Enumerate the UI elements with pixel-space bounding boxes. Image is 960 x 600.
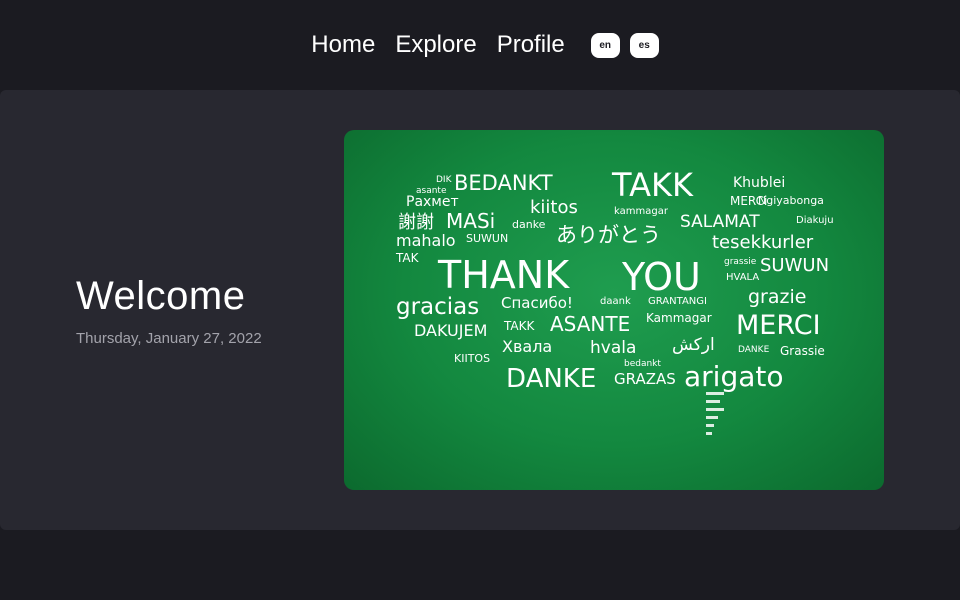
- word: YOU: [621, 255, 701, 299]
- word: KIITOS: [454, 352, 490, 365]
- word: HVALA: [726, 272, 759, 283]
- word: daank: [600, 296, 631, 307]
- word: grassie: [724, 257, 757, 267]
- word: Хвала: [502, 337, 552, 356]
- language-button-es[interactable]: es: [629, 32, 659, 58]
- word: Diakuju: [796, 215, 834, 226]
- word: THANK: [437, 253, 570, 297]
- word: MERCI: [736, 310, 821, 341]
- word: DANKE: [506, 364, 596, 394]
- word: Спасибо!: [501, 294, 573, 312]
- word: SUWUN: [760, 255, 829, 276]
- word: kammagar: [614, 206, 669, 217]
- word: Grassie: [780, 344, 825, 358]
- language-switcher: en es: [590, 32, 659, 58]
- word: SUWUN: [466, 232, 508, 245]
- word: Рахмет: [406, 194, 459, 210]
- word: gracias: [396, 294, 479, 320]
- word: 謝謝: [398, 212, 434, 233]
- word: MASi: [446, 209, 495, 233]
- word: GRAZAS: [614, 370, 676, 388]
- word: DIK: [436, 175, 453, 185]
- word: اركش: [672, 335, 715, 355]
- word: SALAMAT: [680, 212, 760, 232]
- current-date: Thursday, January 27, 2022: [76, 330, 262, 347]
- word: DANKE: [738, 345, 770, 355]
- thank-you-word-cloud-image: DIK BEDANKT TAKK Khublei asante Рахмет k…: [344, 130, 884, 490]
- nav-link-profile[interactable]: Profile: [497, 31, 565, 59]
- language-button-en[interactable]: en: [590, 32, 620, 58]
- word-cloud-graphic: DIK BEDANKT TAKK Khublei asante Рахмет k…: [395, 166, 834, 435]
- nav-link-home[interactable]: Home: [311, 31, 375, 59]
- word: Ngiyabonga: [758, 194, 824, 207]
- word: kiitos: [530, 197, 578, 218]
- word: BEDANKT: [454, 171, 553, 195]
- top-navigation: Home Explore Profile en es: [0, 0, 960, 90]
- word: tesekkurler: [712, 232, 814, 253]
- word: bedankt: [624, 359, 661, 369]
- word: TAKK: [503, 319, 535, 333]
- word: GRANTANGI: [648, 296, 707, 307]
- word: Khublei: [733, 175, 785, 191]
- word: mahalo: [396, 231, 456, 250]
- word: hvala: [590, 338, 636, 358]
- word: TAK: [395, 251, 420, 265]
- word: ASANTE: [550, 312, 630, 336]
- word: grazie: [748, 286, 806, 308]
- word-cloud-tail: [706, 392, 724, 435]
- word: TAKK: [611, 166, 694, 204]
- word: Kammagar: [646, 311, 712, 325]
- word: danke: [512, 218, 546, 231]
- word: arigato: [684, 360, 784, 393]
- welcome-card: Welcome Thursday, January 27, 2022 DIK B…: [0, 90, 960, 530]
- welcome-title: Welcome: [76, 274, 246, 318]
- word: DAKUJEM: [414, 321, 487, 340]
- word: ありがとう: [556, 223, 661, 247]
- nav-link-explore[interactable]: Explore: [395, 31, 476, 59]
